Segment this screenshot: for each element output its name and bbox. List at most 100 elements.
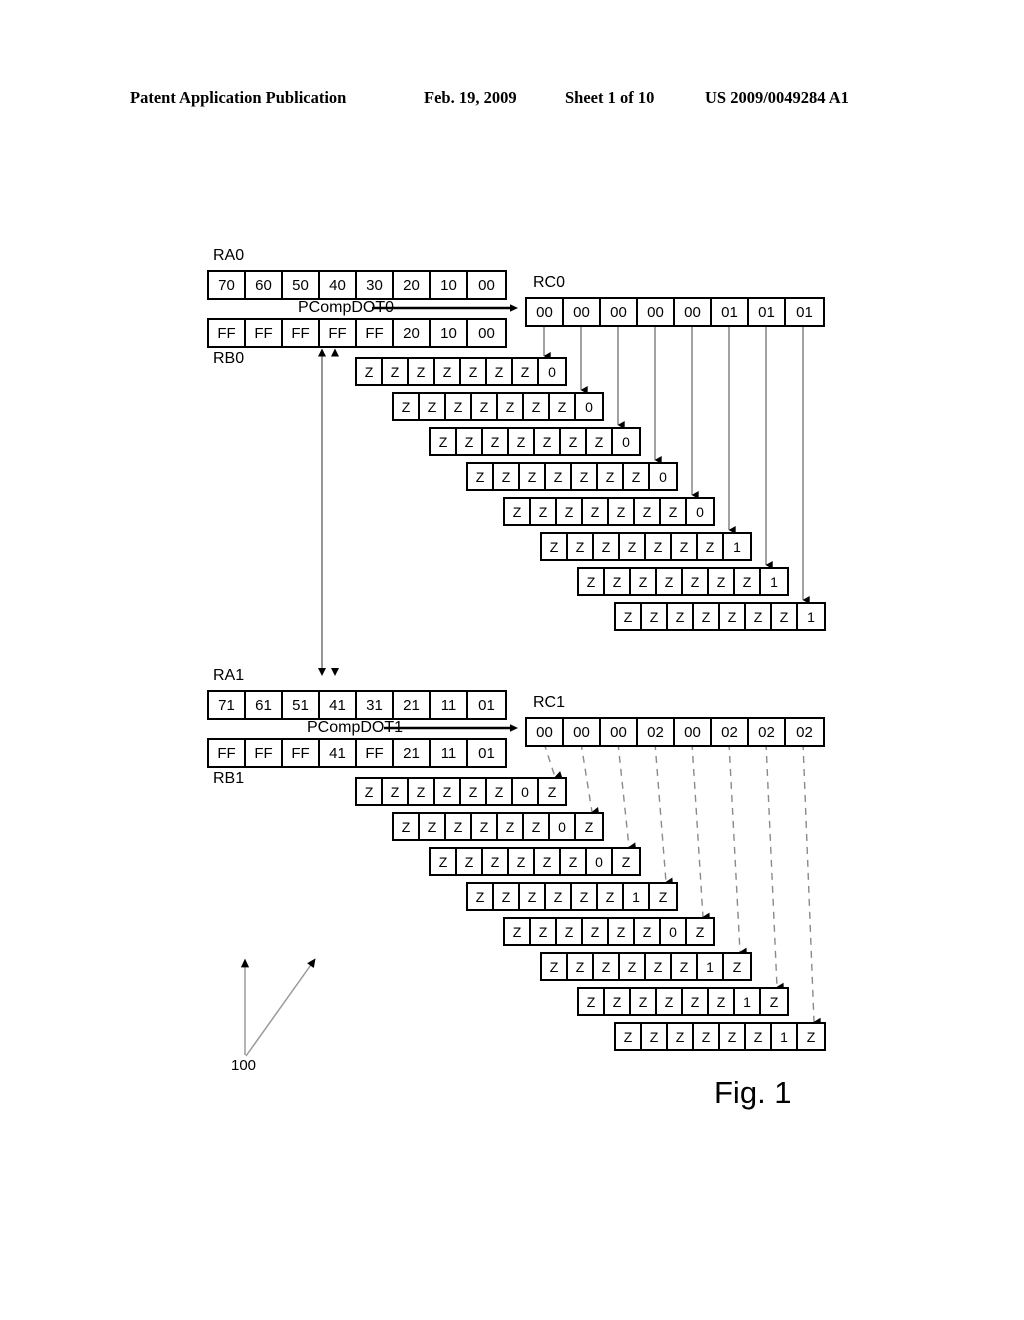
cascade-cell: Z <box>746 604 772 629</box>
rb0-cell: 00 <box>468 320 505 346</box>
pcomp1-label: PCompDOT1 <box>307 719 404 736</box>
cascade-cell: Z <box>620 534 646 559</box>
cascade-row-g1: Z Z Z Z Z Z 1 Z <box>466 882 678 911</box>
cascade-row-g0: Z Z Z Z Z Z Z 0 <box>429 427 641 456</box>
cascade-cell: Z <box>509 429 535 454</box>
rc0-cell: 00 <box>675 299 712 325</box>
register-row-ra0: 70 60 50 40 30 20 10 00 <box>207 270 507 300</box>
rc0-cell: 01 <box>749 299 786 325</box>
ra1-cell: 41 <box>320 692 357 718</box>
cascade-cell: Z <box>557 919 583 944</box>
cascade-cell: Z <box>535 849 561 874</box>
cascade-cell: Z <box>435 779 461 804</box>
rb1-cell: FF <box>357 740 394 766</box>
cascade-row-g0: Z Z Z Z Z Z Z 0 <box>466 462 678 491</box>
cascade-cell: Z <box>668 1024 694 1049</box>
cascade-cell: Z <box>494 884 520 909</box>
cascade-row-g1: Z Z Z Z Z Z 1 Z <box>540 952 752 981</box>
cascade-cell: Z <box>420 394 446 419</box>
cascade-cell: Z <box>620 954 646 979</box>
cascade-cell: Z <box>505 499 531 524</box>
rb0-cell: FF <box>283 320 320 346</box>
cascade-cell: Z <box>498 814 524 839</box>
cascade-cell: Z <box>650 884 676 909</box>
cascade-cell: Z <box>605 989 631 1014</box>
rc0-cell: 00 <box>527 299 564 325</box>
cascade-row-g0: Z Z Z Z Z Z Z 0 <box>392 392 604 421</box>
cascade-cell: Z <box>483 849 509 874</box>
cascade-cell: Z <box>735 569 761 594</box>
cascade-cell: Z <box>524 394 550 419</box>
ra0-cell: 40 <box>320 272 357 298</box>
cascade-cell: Z <box>520 884 546 909</box>
cascade-cell: Z <box>672 954 698 979</box>
rb1-cell: 41 <box>320 740 357 766</box>
cascade-row-g1: Z Z Z Z Z Z 0 Z <box>503 917 715 946</box>
cascade-cell: Z <box>487 779 513 804</box>
rc1-cell: 02 <box>638 719 675 745</box>
ra1-cell: 21 <box>394 692 431 718</box>
cascade-cell: Z <box>687 919 713 944</box>
cascade-cell: Z <box>572 464 598 489</box>
cascade-cell: Z <box>631 569 657 594</box>
cascade-cell: Z <box>694 604 720 629</box>
group-link-vertical-arrow <box>318 348 326 676</box>
cascade-cell: Z <box>546 884 572 909</box>
cascade-cell: Z <box>683 569 709 594</box>
register-row-rc1: 00 00 00 02 00 02 02 02 <box>525 717 825 747</box>
cascade-cell: Z <box>446 814 472 839</box>
cascade-cell: Z <box>709 569 735 594</box>
cascade-cell: Z <box>609 499 635 524</box>
ra1-cell: 51 <box>283 692 320 718</box>
cascade-cell: Z <box>357 359 383 384</box>
rc1-cell: 00 <box>527 719 564 745</box>
ra1-cell: 11 <box>431 692 468 718</box>
cascade-cell: Z <box>568 534 594 559</box>
cascade-cell: Z <box>435 359 461 384</box>
rc0-cell: 01 <box>786 299 823 325</box>
cascade-cell: Z <box>383 359 409 384</box>
cascade-cell: 1 <box>761 569 787 594</box>
cascade-cell: Z <box>583 919 609 944</box>
ra1-cell: 61 <box>246 692 283 718</box>
rb1-cell: FF <box>283 740 320 766</box>
rb1-label: RB1 <box>213 770 245 787</box>
rc1-label: RC1 <box>533 694 566 711</box>
cascade-cell: Z <box>772 604 798 629</box>
rc0-label: RC0 <box>533 274 566 291</box>
cascade-row-g0: Z Z Z Z Z Z Z 1 <box>614 602 826 631</box>
cascade-cell: Z <box>472 394 498 419</box>
cascade-cell: Z <box>613 849 639 874</box>
cascade-cell: Z <box>546 464 572 489</box>
cascade-cell: 1 <box>698 954 724 979</box>
cascade-cell: Z <box>461 359 487 384</box>
cascade-cell: Z <box>568 954 594 979</box>
cascade-cell: Z <box>357 779 383 804</box>
rb1-cell: FF <box>209 740 246 766</box>
cascade-row-g0: Z Z Z Z Z Z Z 0 <box>355 357 567 386</box>
cascade-cell: Z <box>683 989 709 1014</box>
rb0-label: RB0 <box>213 350 245 367</box>
cascade-cell: Z <box>579 989 605 1014</box>
cascade-cell: Z <box>524 814 550 839</box>
ra0-cell: 10 <box>431 272 468 298</box>
cascade-cell: 0 <box>550 814 576 839</box>
cascade-cell: Z <box>520 464 546 489</box>
rc1-cell: 02 <box>786 719 823 745</box>
ra0-label: RA0 <box>213 247 245 264</box>
pcomp0-label: PCompDOT0 <box>298 299 395 316</box>
cascade-cell: Z <box>494 464 520 489</box>
cascade-cell: Z <box>694 1024 720 1049</box>
cascade-cell: 0 <box>687 499 713 524</box>
cascade-cell: Z <box>657 569 683 594</box>
cascade-cell: Z <box>531 919 557 944</box>
connector-overlay <box>240 304 821 1057</box>
cascade-cell: Z <box>631 989 657 1014</box>
cascade-row-g0: Z Z Z Z Z Z Z 1 <box>540 532 752 561</box>
cascade-cell: Z <box>431 849 457 874</box>
rb0-cell: 10 <box>431 320 468 346</box>
cascade-cell: Z <box>383 779 409 804</box>
cascade-cell: 0 <box>539 359 565 384</box>
cascade-cell: Z <box>539 779 565 804</box>
cascade-cell: Z <box>642 1024 668 1049</box>
